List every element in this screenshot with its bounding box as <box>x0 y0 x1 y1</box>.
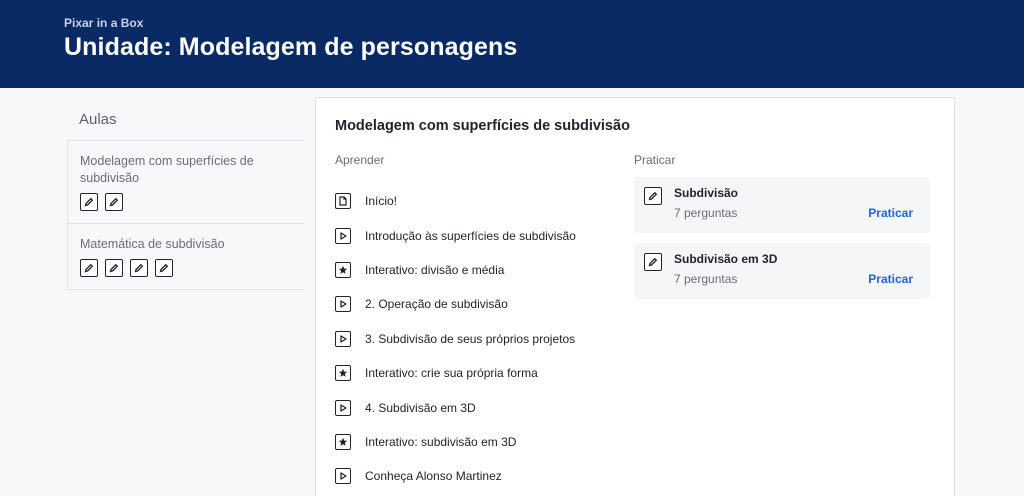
pencil-icon <box>644 187 662 205</box>
question-count: 7 perguntas <box>674 206 738 220</box>
learn-item[interactable]: 4. Subdivisão em 3D <box>335 390 625 424</box>
skill-chips <box>80 193 294 211</box>
sidebar-heading: Aulas <box>67 98 304 141</box>
learn-item-label: 3. Subdivisão de seus próprios projetos <box>365 331 576 346</box>
star-icon <box>335 365 351 382</box>
learn-item-label: Interativo: divisão e média <box>365 262 505 277</box>
lesson-title[interactable]: Modelagem com superfícies de subdivisão <box>335 118 630 134</box>
practice-link[interactable]: Praticar <box>868 206 913 220</box>
play-icon <box>335 330 351 347</box>
learn-item-label: Início! <box>365 194 398 209</box>
pencil-icon[interactable] <box>105 259 123 277</box>
learn-item-label: 2. Operação de subdivisão <box>365 297 508 312</box>
pencil-icon <box>644 253 662 271</box>
lessons-sidebar: Aulas Modelagem com superfícies de subdi… <box>67 98 304 290</box>
skill-chips <box>80 259 294 277</box>
learn-item[interactable]: 2. Operação de subdivisão <box>335 287 625 321</box>
learn-heading: Aprender <box>335 153 385 167</box>
learn-item-label: Conheça Alonso Martinez <box>365 469 502 484</box>
breadcrumb[interactable]: Pixar in a Box <box>64 16 143 30</box>
learn-item[interactable]: 3. Subdivisão de seus próprios projetos <box>335 322 625 356</box>
practice-heading: Praticar <box>634 153 676 167</box>
question-count: 7 perguntas <box>674 272 738 286</box>
star-icon <box>335 261 351 278</box>
sidebar-lesson-title[interactable]: Matemática de subdivisão <box>80 236 294 253</box>
unit-header: Pixar in a Box Unidade: Modelagem de per… <box>0 0 1024 88</box>
sidebar-lesson-title[interactable]: Modelagem com superfícies de subdivisão <box>80 153 294 187</box>
practice-title: Subdivisão <box>674 186 739 200</box>
star-icon <box>335 433 351 450</box>
learn-list: Início! Introdução às superfícies de sub… <box>335 184 625 494</box>
learn-item[interactable]: Interativo: subdivisão em 3D <box>335 425 625 459</box>
play-icon <box>335 227 351 244</box>
pencil-icon[interactable] <box>80 259 98 277</box>
learn-item-label: 4. Subdivisão em 3D <box>365 400 476 415</box>
learn-item[interactable]: Interativo: divisão e média <box>335 253 625 287</box>
pencil-icon[interactable] <box>105 193 123 211</box>
learn-item[interactable]: Início! <box>335 184 625 218</box>
pencil-icon[interactable] <box>130 259 148 277</box>
page-title: Unidade: Modelagem de personagens <box>64 33 518 61</box>
practice-title: Subdivisão em 3D <box>674 252 778 266</box>
learn-item-label: Introdução às superfícies de subdivisão <box>365 228 576 243</box>
sidebar-lesson[interactable]: Matemática de subdivisão <box>67 224 304 290</box>
practice-item: Subdivisão em 3D 7 perguntas Praticar <box>634 243 930 299</box>
lesson-card: Modelagem com superfícies de subdivisão … <box>315 97 955 496</box>
learn-item-label: Interativo: crie sua própria forma <box>365 366 538 381</box>
play-icon <box>335 399 351 416</box>
learn-item[interactable]: Conheça Alonso Martinez <box>335 459 625 493</box>
learn-item[interactable]: Introdução às superfícies de subdivisão <box>335 218 625 252</box>
learn-item-label: Interativo: subdivisão em 3D <box>365 434 517 449</box>
practice-item: Subdivisão 7 perguntas Praticar <box>634 177 930 233</box>
play-icon <box>335 468 351 485</box>
play-icon <box>335 296 351 313</box>
sidebar-lesson[interactable]: Modelagem com superfícies de subdivisão <box>67 141 304 224</box>
pencil-icon[interactable] <box>155 259 173 277</box>
practice-link[interactable]: Praticar <box>868 272 913 286</box>
learn-item[interactable]: Interativo: crie sua própria forma <box>335 356 625 390</box>
article-icon <box>335 193 351 210</box>
pencil-icon[interactable] <box>80 193 98 211</box>
